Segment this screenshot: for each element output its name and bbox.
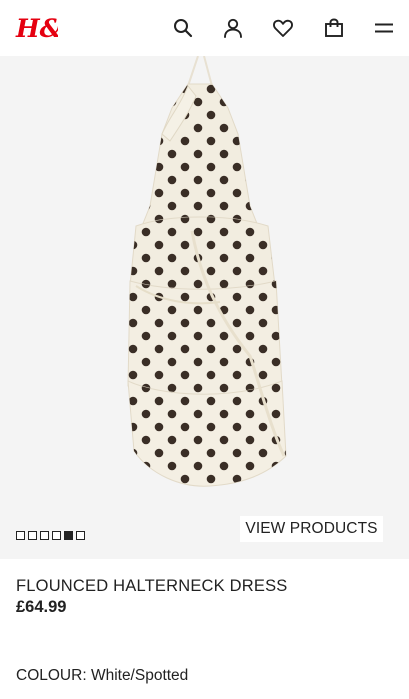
dress-image	[127, 56, 287, 487]
colour-value: White/Spotted	[90, 667, 189, 684]
slide-indicator[interactable]	[76, 531, 85, 540]
slide-indicator[interactable]	[40, 531, 49, 540]
search-icon[interactable]	[171, 16, 195, 40]
view-products-button[interactable]: VIEW PRODUCTS	[240, 516, 383, 542]
slide-indicator[interactable]	[16, 531, 25, 540]
slide-indicators	[16, 531, 85, 541]
slide-indicator-active[interactable]	[64, 531, 73, 540]
menu-icon[interactable]	[372, 16, 396, 40]
logo-text: H&M	[15, 14, 58, 43]
favourites-icon[interactable]	[271, 16, 295, 40]
product-title: FLOUNCED HALTERNECK DRESS	[16, 577, 288, 595]
shopping-bag-icon[interactable]	[322, 16, 346, 40]
account-icon[interactable]	[221, 16, 245, 40]
colour-selector: COLOUR: White/Spotted	[16, 667, 188, 685]
product-price: £64.99	[16, 598, 67, 616]
hm-logo[interactable]: H&M	[14, 12, 91, 44]
slide-indicator[interactable]	[28, 531, 37, 540]
slide-indicator[interactable]	[52, 531, 61, 540]
site-header: H&M	[0, 0, 409, 56]
colour-label: COLOUR:	[16, 667, 87, 684]
product-image-gallery[interactable]	[0, 56, 409, 559]
